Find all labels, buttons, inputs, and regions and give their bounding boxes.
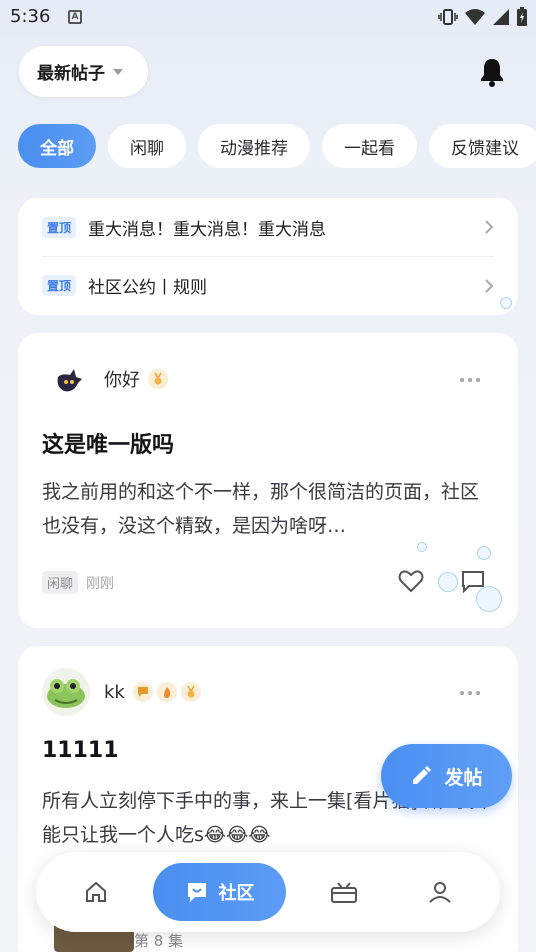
avatar[interactable] <box>42 355 90 403</box>
battery-icon <box>517 7 527 26</box>
wifi-icon <box>465 9 485 25</box>
chat-badge-icon <box>132 682 153 702</box>
status-time: 5:36 <box>10 6 51 27</box>
nav-home[interactable] <box>66 852 126 932</box>
tab-watch-together[interactable]: 一起看 <box>322 124 417 168</box>
tab-feedback[interactable]: 反馈建议 <box>429 124 536 168</box>
new-post-label: 发帖 <box>444 766 483 789</box>
new-post-button[interactable]: 发帖 <box>381 744 512 808</box>
vibrate-icon <box>438 9 458 25</box>
category-tabs: 全部 闲聊 动漫推荐 一起看 反馈建议 <box>18 124 536 168</box>
frog-avatar-icon <box>47 679 85 708</box>
sort-dropdown[interactable]: 最新帖子 <box>19 46 148 97</box>
post-author[interactable]: kk <box>42 668 205 716</box>
post-time: 刚刚 <box>86 575 115 592</box>
post-tag[interactable]: 闲聊 <box>42 571 79 594</box>
pencil-icon <box>413 766 432 784</box>
chevron-right-icon <box>485 279 494 293</box>
pinned-title: 重大消息！重大消息！重大消息 <box>88 219 327 240</box>
ticket-icon <box>331 882 357 903</box>
episode-label: 第 8 集 <box>134 932 184 950</box>
bubble-decoration <box>438 572 458 592</box>
bubble-decoration <box>417 542 427 552</box>
pinned-title: 社区公约丨规则 <box>88 278 208 298</box>
cat-avatar-icon <box>54 369 82 392</box>
pinned-badge: 置顶 <box>42 216 77 238</box>
chevron-down-icon <box>113 68 123 75</box>
author-name: kk <box>104 681 125 703</box>
bubble-decoration <box>476 586 502 612</box>
bell-icon[interactable] <box>478 56 506 88</box>
tab-chat[interactable]: 闲聊 <box>108 124 186 168</box>
pinned-post[interactable]: 置顶 重大消息！重大消息！重大消息 <box>42 198 494 256</box>
post-title: 11111 <box>42 738 119 763</box>
status-bar: 5:36 A <box>0 0 536 36</box>
bottom-nav: 社区 <box>36 852 500 932</box>
heart-icon[interactable] <box>398 569 424 593</box>
flame-badge-icon <box>156 682 177 702</box>
more-options-icon[interactable] <box>460 378 480 382</box>
nav-profile[interactable] <box>410 852 470 932</box>
chat-bubble-icon <box>187 883 206 902</box>
pinned-post[interactable]: 置顶 社区公约丨规则 <box>42 256 494 314</box>
nav-community-label: 社区 <box>218 883 255 904</box>
medal-badge-icon <box>180 682 201 702</box>
medal-badge-icon <box>148 369 168 389</box>
tab-anime-recommend[interactable]: 动漫推荐 <box>198 124 310 168</box>
chevron-right-icon <box>485 220 494 234</box>
post-author[interactable]: 你好 <box>42 355 172 403</box>
notification-a-icon: A <box>68 10 82 24</box>
author-name: 你好 <box>104 370 140 391</box>
status-icons <box>438 7 528 27</box>
signal-icon <box>493 9 509 25</box>
more-options-icon[interactable] <box>460 691 480 695</box>
sort-label: 最新帖子 <box>37 64 105 84</box>
post-meta: 闲聊 刚刚 <box>42 571 114 594</box>
person-icon <box>429 882 451 903</box>
pinned-posts: 置顶 重大消息！重大消息！重大消息 置顶 社区公约丨规则 <box>18 198 518 315</box>
home-icon <box>86 881 106 902</box>
avatar[interactable] <box>42 668 90 716</box>
tab-all[interactable]: 全部 <box>18 124 96 168</box>
nav-video[interactable] <box>314 852 374 932</box>
bubble-decoration <box>500 297 512 309</box>
bubble-decoration <box>477 546 491 560</box>
post-title: 这是唯一版吗 <box>42 433 175 458</box>
nav-community[interactable]: 社区 <box>153 863 286 921</box>
post-body: 我之前用的和这个不一样，那个很简洁的页面，社区也没有，没这个精致，是因为啥呀… <box>42 481 480 537</box>
pinned-badge: 置顶 <box>42 275 77 296</box>
